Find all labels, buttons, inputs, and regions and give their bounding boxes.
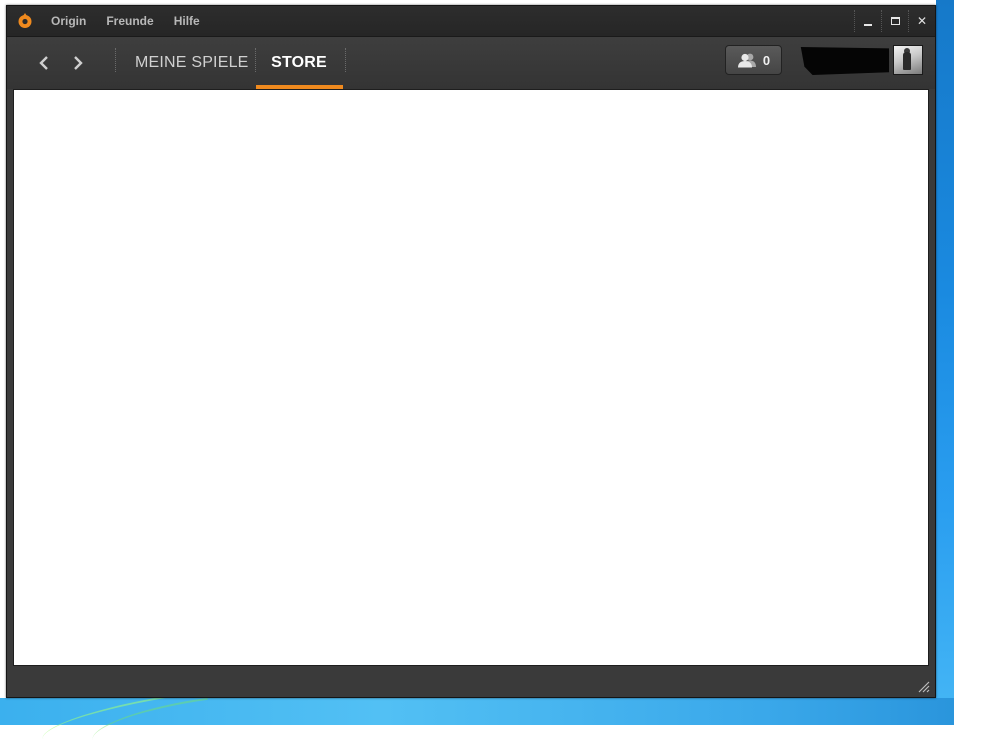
title-bar[interactable]: Origin Freunde Hilfe ✕ (7, 6, 935, 37)
tab-store[interactable]: STORE (255, 37, 343, 89)
status-bar (7, 666, 935, 697)
window-controls: ✕ (854, 6, 935, 36)
tab-meine-spiele[interactable]: MEINE SPIELE (135, 37, 249, 89)
friends-button[interactable]: 0 (725, 45, 782, 75)
forward-button[interactable] (66, 51, 90, 75)
minimize-icon (864, 23, 872, 26)
navigation-bar: MEINE SPIELE STORE 0 (7, 37, 935, 93)
friends-count: 0 (762, 52, 771, 68)
friends-icon (737, 53, 756, 68)
origin-window: Origin Freunde Hilfe ✕ MEINE SPIELE STOR… (6, 5, 936, 698)
menu-bar: Origin Freunde Hilfe (51, 6, 220, 36)
menu-origin[interactable]: Origin (51, 14, 86, 28)
nav-separator (115, 48, 117, 72)
menu-freunde[interactable]: Freunde (106, 14, 153, 28)
back-button[interactable] (32, 51, 56, 75)
nav-separator (345, 48, 347, 72)
resize-grip-icon[interactable] (918, 681, 930, 693)
minimize-button[interactable] (854, 10, 881, 32)
chevron-left-icon (39, 56, 48, 70)
chevron-right-icon (74, 56, 83, 70)
origin-logo-icon[interactable] (17, 13, 33, 29)
menu-hilfe[interactable]: Hilfe (174, 14, 200, 28)
maximize-button[interactable] (881, 10, 908, 32)
redacted-username (800, 47, 889, 75)
avatar-figure (903, 52, 911, 70)
close-button[interactable]: ✕ (908, 10, 935, 32)
close-icon: ✕ (916, 14, 928, 28)
desktop-wallpaper-right (936, 0, 954, 725)
store-content-area[interactable] (13, 89, 929, 666)
maximize-icon (890, 17, 900, 25)
avatar[interactable] (893, 45, 923, 75)
